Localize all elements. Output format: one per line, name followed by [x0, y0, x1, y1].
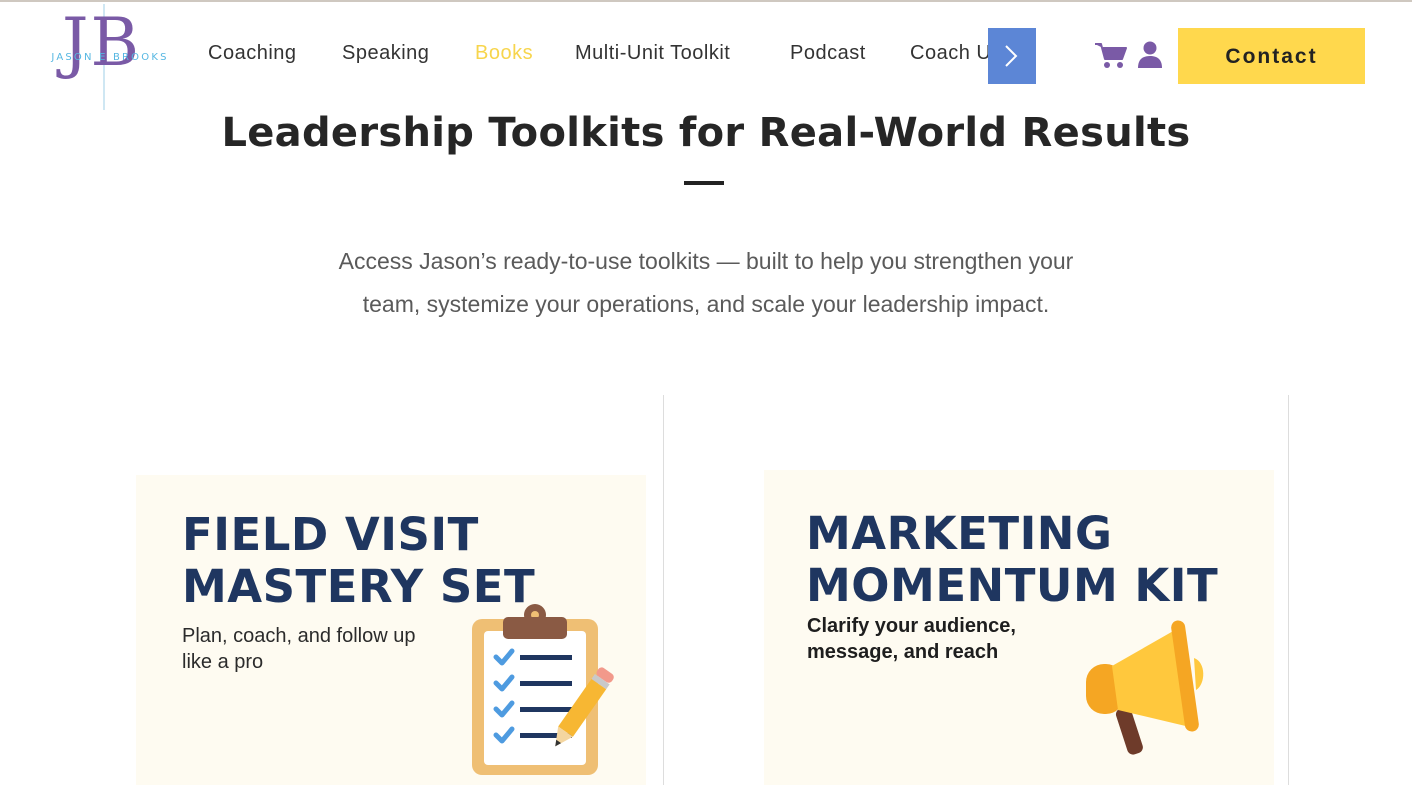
nav-item-books[interactable]: Books	[475, 42, 533, 65]
logo-initials: JB	[62, 4, 141, 81]
page-subtitle: Access Jason’s ready-to-use toolkits — b…	[280, 240, 1132, 326]
nav-item-multi-unit-toolkit[interactable]: Multi-Unit Toolkit	[575, 42, 730, 65]
card-desc-line-2: like a pro	[182, 651, 264, 673]
column-divider-left	[663, 395, 664, 785]
card-desc-line-1: Clarify your audience,	[807, 615, 1016, 637]
subtitle-line-1: Access Jason’s ready-to-use toolkits — b…	[338, 248, 1074, 274]
nav-item-podcast[interactable]: Podcast	[790, 42, 866, 65]
card-description: Clarify your audience, message, and reac…	[807, 613, 1016, 665]
top-rule	[0, 0, 1412, 2]
card-description: Plan, coach, and follow up like a pro	[182, 623, 416, 675]
cart-icon[interactable]	[1094, 41, 1128, 69]
page-title: Leadership Toolkits for Real-World Resul…	[221, 110, 1191, 156]
card-title-line-2: MOMENTUM KIT	[806, 559, 1219, 612]
megaphone-icon	[1086, 620, 1204, 755]
toolkit-card-marketing-momentum[interactable]: MARKETING MOMENTUM KIT Clarify your audi…	[764, 470, 1274, 785]
logo-name: JASON E BROOKS	[51, 52, 169, 63]
card-title-line-1: MARKETING	[806, 507, 1113, 560]
site-logo[interactable]: JB JASON E BROOKS	[40, 4, 180, 110]
card-title: MARKETING MOMENTUM KIT	[806, 508, 1218, 612]
nav-item-coaching[interactable]: Coaching	[208, 42, 297, 65]
toolkit-card-field-visit[interactable]: FIELD VISIT MASTERY SET Plan, coach, and…	[136, 475, 646, 785]
contact-button[interactable]: Contact	[1178, 28, 1365, 84]
card-desc-line-2: message, and reach	[807, 641, 999, 663]
nav-item-speaking[interactable]: Speaking	[342, 42, 429, 65]
card-title-line-1: FIELD VISIT	[182, 508, 479, 561]
card-desc-line-1: Plan, coach, and follow up	[182, 625, 416, 647]
user-icon[interactable]	[1138, 41, 1162, 69]
nav-scroll-right-button[interactable]	[988, 28, 1036, 84]
card-title: FIELD VISIT MASTERY SET	[182, 509, 535, 613]
column-divider-right	[1288, 395, 1289, 785]
title-divider	[684, 181, 724, 185]
clipboard-checklist-icon	[472, 604, 614, 775]
subtitle-line-2: team, systemize your operations, and sca…	[362, 291, 1050, 317]
chevron-right-icon	[1005, 45, 1018, 67]
